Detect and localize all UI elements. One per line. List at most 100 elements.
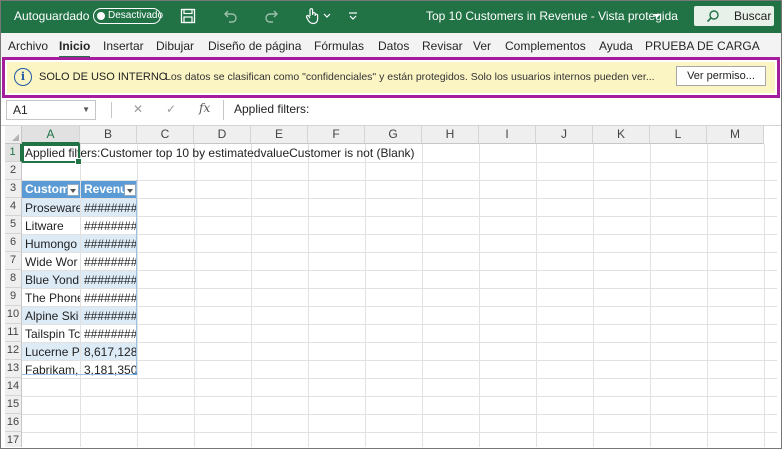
row-header[interactable]: 11 (5, 324, 22, 342)
row-header[interactable]: 8 (5, 270, 22, 288)
column-header-h[interactable]: H (422, 126, 479, 144)
save-icon[interactable] (178, 6, 198, 26)
row-header[interactable]: 16 (5, 414, 22, 432)
row-header[interactable]: 17 (5, 432, 22, 447)
table-cell-revenue[interactable]: ######## (81, 199, 137, 216)
gridline (593, 144, 594, 447)
filter-dropdown-icon[interactable] (67, 184, 79, 196)
column-header-b[interactable]: B (80, 126, 137, 144)
tab-complementos[interactable]: Complementos (505, 39, 586, 53)
gridline (479, 144, 480, 447)
table-cell-revenue[interactable]: ######## (81, 289, 137, 306)
row-header[interactable]: 2 (5, 162, 22, 180)
name-box-value: A1 (13, 103, 28, 117)
column-header-j[interactable]: J (536, 126, 593, 144)
tab-formulas[interactable]: Fórmulas (314, 39, 364, 53)
table-cell-customer[interactable]: Humongo (22, 235, 80, 252)
column-header-l[interactable]: L (650, 126, 707, 144)
table-cell-customer[interactable]: Alpine Ski (22, 307, 80, 324)
gridline (707, 144, 708, 447)
undo-icon[interactable] (220, 6, 240, 26)
document-title[interactable]: Top 10 Customers in Revenue - Vista prot… (426, 9, 678, 23)
name-box[interactable]: A1 ▼ (6, 100, 96, 120)
row-header[interactable]: 12 (5, 342, 22, 360)
table-cell-customer[interactable]: The Phone (22, 289, 80, 306)
row-header[interactable]: 10 (5, 306, 22, 324)
formula-input[interactable]: Applied filters: (223, 100, 778, 120)
row-header[interactable]: 13 (5, 360, 22, 378)
row-header[interactable]: 5 (5, 216, 22, 234)
gridline (422, 144, 423, 447)
enter-icon[interactable]: ✓ (166, 102, 176, 116)
column-header-i[interactable]: I (479, 126, 536, 144)
table-cell-revenue[interactable]: ######## (81, 217, 137, 234)
row-header[interactable]: 4 (5, 198, 22, 216)
tab-revisar[interactable]: Revisar (422, 39, 463, 53)
select-all-button[interactable] (5, 126, 22, 144)
toggle-knob (97, 12, 105, 20)
row-header[interactable]: 15 (5, 396, 22, 414)
table-resize-handle[interactable] (133, 371, 137, 375)
tab-ayuda[interactable]: Ayuda (599, 39, 633, 53)
table-cell-customer[interactable]: Fabrikam, (22, 361, 80, 378)
tab-insertar[interactable]: Insertar (103, 39, 144, 53)
row-header[interactable]: 6 (5, 234, 22, 252)
table-cell-customer[interactable]: Proseware (22, 199, 80, 216)
tab-inicio[interactable]: Inicio (59, 39, 91, 58)
cell-a1[interactable]: Applied filters:Customer top 10 by estim… (22, 144, 722, 162)
table-cell-customer[interactable]: Lucerne P (22, 343, 80, 360)
column-header-e[interactable]: E (251, 126, 308, 144)
table-cell-customer[interactable]: Litware (22, 217, 80, 234)
column-header-g[interactable]: G (365, 126, 422, 144)
customize-toolbar-icon[interactable] (346, 6, 360, 26)
table-cell-revenue[interactable]: ######## (81, 253, 137, 270)
touch-mode-icon[interactable] (302, 6, 322, 26)
column-header-k[interactable]: K (593, 126, 650, 144)
chevron-down-icon[interactable] (322, 6, 332, 26)
column-header-d[interactable]: D (194, 126, 251, 144)
name-box-dropdown-icon[interactable]: ▼ (82, 101, 90, 119)
redo-icon[interactable] (262, 6, 282, 26)
row-header[interactable]: 14 (5, 378, 22, 396)
gridline (308, 144, 309, 447)
column-header-c[interactable]: C (137, 126, 194, 144)
table-header-label: Custom (25, 182, 70, 196)
info-bar-highlight: i SOLO DE USO INTERNO Los datos se clasi… (2, 57, 780, 98)
autosave-toggle[interactable]: Desactivado (93, 8, 163, 24)
view-permission-button[interactable]: Ver permiso... (676, 66, 766, 86)
tab-archivo[interactable]: Archivo (8, 39, 48, 53)
gridline (22, 378, 777, 379)
filter-dropdown-icon[interactable] (124, 184, 136, 196)
table-cell-revenue[interactable]: 3,181,350 (81, 361, 137, 378)
row-header[interactable]: 3 (5, 180, 22, 198)
autosave-label: Autoguardado (14, 9, 90, 23)
row-header[interactable]: 7 (5, 252, 22, 270)
gridline (764, 144, 765, 447)
tab-ver[interactable]: Ver (473, 39, 491, 53)
search-button[interactable]: Buscar (694, 6, 774, 26)
insert-function-button[interactable]: fx (199, 101, 210, 115)
column-header-a[interactable]: A (22, 126, 80, 144)
table-cell-revenue[interactable]: ######## (81, 271, 137, 288)
cancel-icon[interactable]: ✕ (133, 102, 143, 116)
table-cell-revenue[interactable]: ######## (81, 325, 137, 342)
ribbon-tabs: Archivo Inicio Insertar Dibujar Diseño d… (0, 33, 782, 58)
gridline (137, 144, 138, 447)
table-cell-customer[interactable]: Wide Wor (22, 253, 80, 270)
tab-dibujar[interactable]: Dibujar (156, 39, 194, 53)
row-header[interactable]: 1 (5, 144, 22, 162)
column-header-m[interactable]: M (707, 126, 764, 144)
gridline (22, 414, 777, 415)
column-header-f[interactable]: F (308, 126, 365, 144)
tab-prueba-de-carga[interactable]: PRUEBA DE CARGA (645, 39, 760, 53)
spreadsheet-grid[interactable]: A B C D E F G H I J K L M 1 2 3 4 5 6 7 … (5, 126, 777, 447)
table-cell-customer[interactable]: Tailspin Tc (22, 325, 80, 342)
table-cell-revenue[interactable]: 8,617,128 (81, 343, 137, 360)
table-cell-customer[interactable]: Blue Yond (22, 271, 80, 288)
title-dropdown-icon[interactable] (652, 6, 662, 26)
row-header[interactable]: 9 (5, 288, 22, 306)
table-cell-revenue[interactable]: ######## (81, 307, 137, 324)
tab-datos[interactable]: Datos (378, 39, 409, 53)
tab-diseno-de-pagina[interactable]: Diseño de página (208, 39, 301, 53)
table-cell-revenue[interactable]: ######## (81, 235, 137, 252)
